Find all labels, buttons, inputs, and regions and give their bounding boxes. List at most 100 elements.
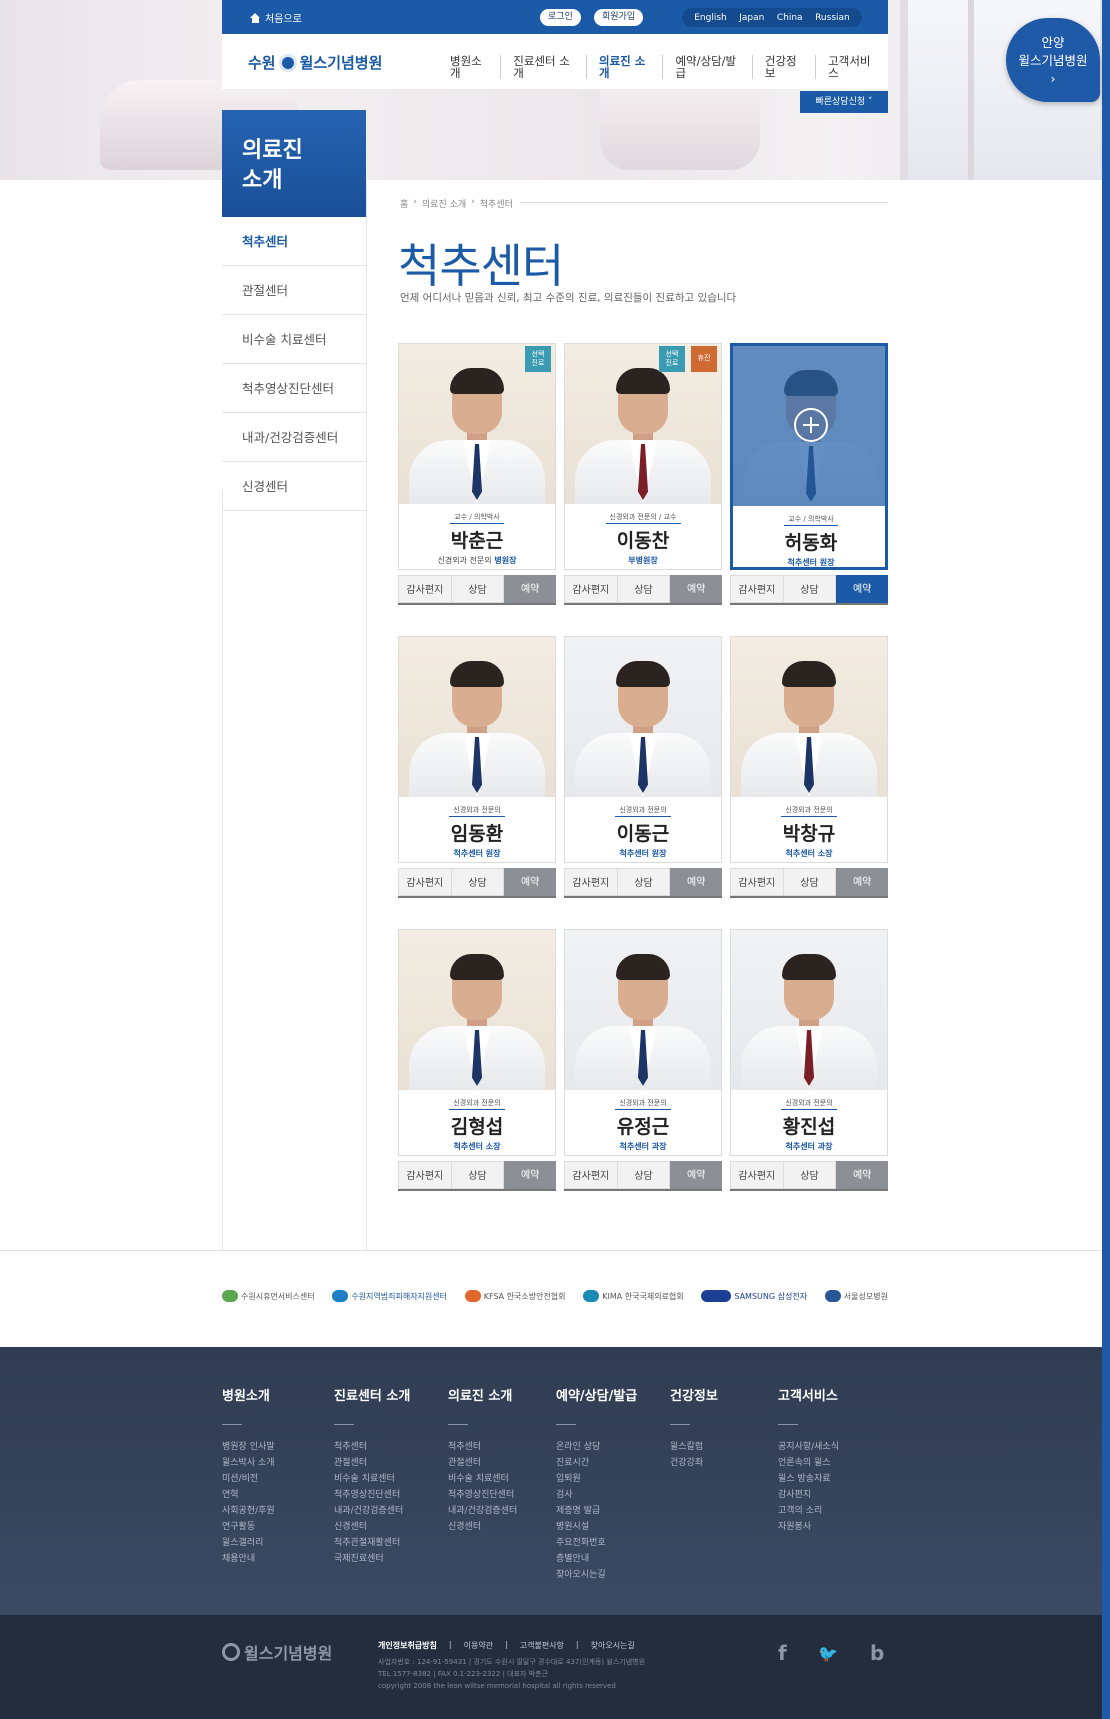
signup-button[interactable]: 회원가입 (594, 9, 644, 26)
footer-link[interactable]: 찾아오시는길 (556, 1567, 637, 1583)
footer-link[interactable]: 윌스박사 소개 (222, 1455, 275, 1471)
footer-column-title[interactable]: 의료진 소개 (448, 1385, 517, 1404)
sidebar-item-joint[interactable]: 관절센터 (222, 266, 366, 315)
doctor-photo-hover-overlay[interactable] (733, 346, 885, 506)
doctor-name[interactable]: 허동화 (733, 528, 885, 555)
footer-link[interactable]: 층별안내 (556, 1551, 637, 1567)
footer-link[interactable]: 비수술 치료센터 (448, 1471, 517, 1487)
footer-link[interactable]: 신경센터 (334, 1519, 410, 1535)
footer-link[interactable]: 내과/건강검증센터 (334, 1503, 410, 1519)
doctor-name[interactable]: 김형섭 (399, 1112, 555, 1139)
footer-link[interactable]: 입퇴원 (556, 1471, 637, 1487)
footer-link[interactable]: 연구활동 (222, 1519, 275, 1535)
login-button[interactable]: 로그인 (540, 9, 581, 26)
doctor-card[interactable]: 신경외과 전문의 임동환 척추센터 원장 감사편지 상담 예약 (398, 636, 557, 898)
footer-link[interactable]: 온라인 상담 (556, 1439, 637, 1455)
doctor-name[interactable]: 유정근 (565, 1112, 721, 1139)
footer-column-title[interactable]: 고객서비스 (778, 1385, 839, 1404)
facebook-icon[interactable]: f (778, 1641, 787, 1665)
consult-button[interactable]: 상담 (616, 868, 671, 896)
footer-link[interactable]: 병원시설 (556, 1519, 637, 1535)
consult-button[interactable]: 상담 (616, 575, 671, 603)
reserve-button[interactable]: 예약 (670, 1161, 723, 1189)
footer-link[interactable]: 채용안내 (222, 1551, 275, 1567)
partner-samsung[interactable]: SAMSUNG 삼성전자 (701, 1290, 807, 1302)
thank-you-letter-button[interactable]: 감사편지 (730, 575, 783, 603)
footer-link[interactable]: 미션/비전 (222, 1471, 275, 1487)
doctor-photo[interactable] (399, 930, 555, 1090)
partner-kfsa[interactable]: KFSA 한국소방안전협회 (464, 1290, 566, 1302)
lang-english[interactable]: English (694, 13, 727, 23)
sidebar-item-nonsurgical[interactable]: 비수술 치료센터 (222, 315, 366, 364)
thank-you-letter-button[interactable]: 감사편지 (564, 868, 617, 896)
footer-link[interactable]: 검사 (556, 1487, 637, 1503)
lang-china[interactable]: China (777, 13, 803, 23)
doctor-photo[interactable] (565, 930, 721, 1090)
reserve-button[interactable]: 예약 (836, 1161, 889, 1189)
reserve-button[interactable]: 예약 (504, 1161, 557, 1189)
nav-doctors-intro[interactable]: 의료진 소개 (586, 55, 662, 79)
doctor-photo[interactable] (731, 930, 887, 1090)
hospital-logo[interactable]: 수원 윌스기념병원 (248, 52, 382, 73)
footer-link[interactable]: 비수술 치료센터 (334, 1471, 410, 1487)
doctor-card[interactable]: 신경외과 전문의 이동근 척추센터 원장 감사편지 상담 예약 (564, 636, 723, 898)
consult-button[interactable]: 상담 (782, 1161, 837, 1189)
thank-you-letter-button[interactable]: 감사편지 (398, 868, 451, 896)
doctor-name[interactable]: 황진섭 (731, 1112, 887, 1139)
doctor-card[interactable]: 선택 진료 휴진 신경외과 전문의 / 교수 이동찬 부병원장 감사편지 상담 예약 (564, 343, 723, 605)
twitter-icon[interactable]: 🐦 (818, 1644, 838, 1663)
nav-hospital-intro[interactable]: 병원소개 (438, 55, 500, 79)
partner-seoul-st-mary[interactable]: 서울성모병원 (824, 1290, 888, 1302)
partner-suwon-human[interactable]: 수원시휴먼서비스센터 (222, 1290, 315, 1302)
nav-reservation[interactable]: 예약/상담/발급 (662, 55, 751, 79)
partner-kima[interactable]: KIMA 한국국제의료협회 (583, 1290, 684, 1302)
thank-you-letter-button[interactable]: 감사편지 (730, 1161, 783, 1189)
reserve-button[interactable]: 예약 (836, 868, 889, 896)
footer-link[interactable]: 국제진료센터 (334, 1551, 410, 1567)
reserve-button[interactable]: 예약 (504, 575, 557, 603)
consult-button[interactable]: 상담 (450, 868, 505, 896)
home-link[interactable]: 처음으로 (250, 10, 302, 25)
sidebar-item-spine[interactable]: 척추센터 (222, 217, 366, 266)
footer-link[interactable]: 고객의 소리 (778, 1503, 839, 1519)
footer-link[interactable]: 척추관절재활센터 (334, 1535, 410, 1551)
footer-link[interactable]: 윌스 방송자료 (778, 1471, 839, 1487)
footer-link-directions[interactable]: 찾아오시는길 (591, 1640, 635, 1651)
footer-column-title[interactable]: 예약/상담/발급 (556, 1385, 637, 1404)
doctor-photo[interactable] (565, 637, 721, 797)
footer-link[interactable]: 관절센터 (448, 1455, 517, 1471)
footer-link[interactable]: 척추센터 (448, 1439, 517, 1455)
sidebar-item-neuro[interactable]: 신경센터 (222, 462, 366, 511)
consult-button[interactable]: 상담 (450, 1161, 505, 1189)
footer-link[interactable]: 척추영상진단센터 (448, 1487, 517, 1503)
reserve-button[interactable]: 예약 (836, 575, 889, 603)
footer-link-privacy[interactable]: 개인정보취급방침 (378, 1640, 437, 1651)
footer-link[interactable]: 신경센터 (448, 1519, 517, 1535)
sidebar-item-internal[interactable]: 내과/건강검증센터 (222, 413, 366, 462)
footer-link[interactable]: 언론속의 윌스 (778, 1455, 839, 1471)
nav-customer-service[interactable]: 고객서비스 (815, 55, 888, 79)
footer-link[interactable]: 척추영상진단센터 (334, 1487, 410, 1503)
lang-japan[interactable]: Japan (739, 13, 764, 23)
doctor-name[interactable]: 이동근 (565, 819, 721, 846)
footer-link[interactable]: 진료시간 (556, 1455, 637, 1471)
doctor-card[interactable]: 교수 / 의학박사 허동화 척추센터 원장 감사편지 상담 예약 (730, 343, 889, 605)
footer-link[interactable]: 제증명 발급 (556, 1503, 637, 1519)
footer-link[interactable]: 건강강좌 (670, 1455, 718, 1471)
footer-link[interactable]: 자원봉사 (778, 1519, 839, 1535)
footer-link[interactable]: 공지사항/새소식 (778, 1439, 839, 1455)
footer-link[interactable]: 연혁 (222, 1487, 275, 1503)
doctor-card[interactable]: 신경외과 전문의 황진섭 척추센터 과장 감사편지 상담 예약 (730, 929, 889, 1191)
thank-you-letter-button[interactable]: 감사편지 (730, 868, 783, 896)
consult-button[interactable]: 상담 (450, 575, 505, 603)
partner-victim-support[interactable]: 수원지역범죄피해자지원센터 (332, 1290, 447, 1302)
nav-center-intro[interactable]: 진료센터 소개 (500, 55, 586, 79)
lang-russian[interactable]: Russian (815, 13, 850, 23)
reserve-button[interactable]: 예약 (670, 575, 723, 603)
footer-link[interactable]: 내과/건강검증센터 (448, 1503, 517, 1519)
footer-logo[interactable]: 윌스기념병원 (222, 1640, 332, 1664)
footer-column-title[interactable]: 병원소개 (222, 1385, 275, 1404)
doctor-card[interactable]: 신경외과 전문의 유정근 척추센터 과장 감사편지 상담 예약 (564, 929, 723, 1191)
thank-you-letter-button[interactable]: 감사편지 (398, 575, 451, 603)
doctor-name[interactable]: 박창규 (731, 819, 887, 846)
